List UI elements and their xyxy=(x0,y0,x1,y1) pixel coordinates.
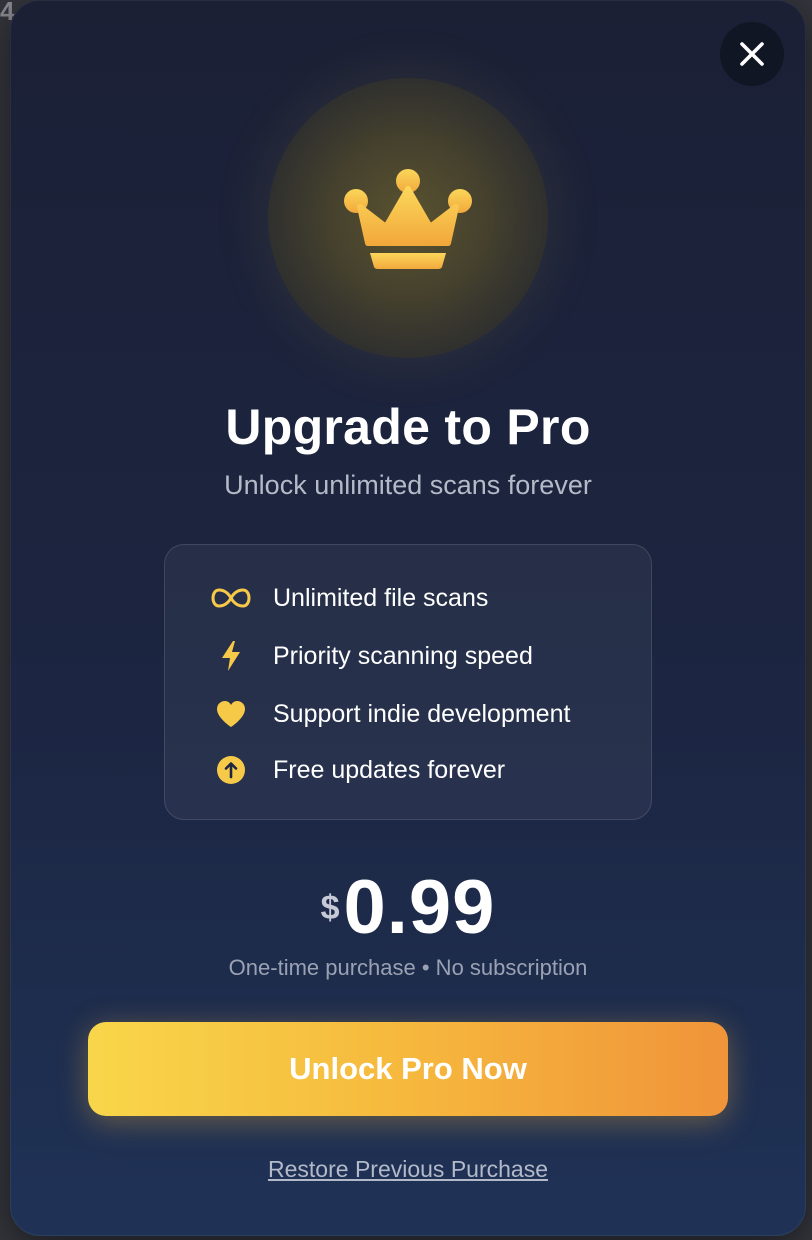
modal-title: Upgrade to Pro xyxy=(225,399,591,455)
crown-badge xyxy=(268,78,548,358)
heart-icon xyxy=(209,694,253,734)
feature-item: Support indie development xyxy=(209,694,570,734)
feature-list: Unlimited file scans Priority scanning s… xyxy=(164,544,652,820)
restore-purchase-link[interactable]: Restore Previous Purchase xyxy=(268,1156,548,1182)
price-currency: $ xyxy=(320,889,340,927)
unlock-pro-button[interactable]: Unlock Pro Now xyxy=(88,1022,728,1116)
feature-item: Unlimited file scans xyxy=(209,578,488,618)
feature-item: Free updates forever xyxy=(209,750,505,790)
lightning-icon xyxy=(209,636,253,676)
feature-label: Support indie development xyxy=(273,699,571,728)
upgrade-modal: Upgrade to Pro Unlock unlimited scans fo… xyxy=(10,0,806,1236)
feature-item: Priority scanning speed xyxy=(209,636,533,676)
arrow-up-circle-icon xyxy=(209,750,253,790)
feature-label: Free updates forever xyxy=(273,755,506,784)
close-button[interactable] xyxy=(720,22,784,86)
price-amount: 0.99 xyxy=(343,865,496,950)
price-display: $0.99 xyxy=(10,864,806,951)
price-note: One-time purchase • No subscription xyxy=(228,955,588,980)
infinity-icon xyxy=(209,578,253,618)
unlock-pro-button-label: Unlock Pro Now xyxy=(289,1051,527,1086)
restore-purchase-container: Restore Previous Purchase xyxy=(10,1156,806,1183)
close-icon xyxy=(740,42,764,66)
feature-label: Unlimited file scans xyxy=(273,583,489,612)
crown-icon xyxy=(344,169,472,269)
feature-label: Priority scanning speed xyxy=(273,641,533,670)
modal-subtitle: Unlock unlimited scans forever xyxy=(224,470,592,500)
